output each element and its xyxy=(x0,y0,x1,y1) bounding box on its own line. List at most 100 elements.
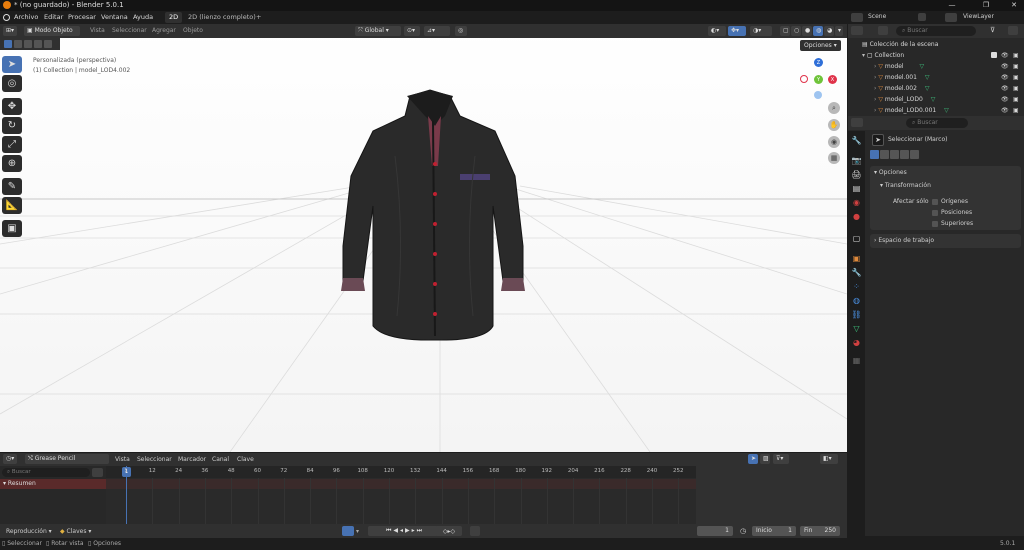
expand-arrow-icon[interactable]: › xyxy=(874,74,876,81)
snapping-icon[interactable]: ◧▾ xyxy=(820,454,838,464)
rotate-tool-icon[interactable]: ↻ xyxy=(2,117,22,134)
maximize-icon[interactable]: ❐ xyxy=(976,0,996,11)
timeline-mode-selector[interactable]: ⤭ Grease Pencil xyxy=(25,454,109,464)
locations-checkbox-box[interactable] xyxy=(932,209,938,216)
origins-checkbox[interactable]: Orígenes xyxy=(932,198,968,205)
render-tab-icon[interactable]: 📷 xyxy=(851,155,862,166)
select-extend-icon[interactable] xyxy=(14,40,22,48)
rendered-shading-icon[interactable]: ◕ xyxy=(824,26,834,36)
mode-selector[interactable]: ▣ Modo Objeto ▾ xyxy=(24,26,80,44)
data-tab-icon[interactable]: ▽ xyxy=(851,323,862,334)
gizmo-x-axis[interactable]: X xyxy=(828,75,837,84)
move-tool-icon[interactable]: ✥ xyxy=(2,98,22,115)
constraints-tab-icon[interactable]: ⛓ xyxy=(851,309,862,320)
parents-checkbox-box[interactable] xyxy=(932,220,938,227)
outliner-item[interactable]: › ▽ model ▽ 👁 ▣ xyxy=(848,61,1024,72)
tl-menu-marcador[interactable]: Marcador xyxy=(178,456,206,463)
view-layer-tab-icon[interactable]: ▤ xyxy=(851,183,862,194)
menu-ayuda[interactable]: Ayuda xyxy=(133,13,153,21)
camera-render-icon[interactable]: ▣ xyxy=(1013,83,1019,94)
camera-render-icon[interactable]: ▣ xyxy=(1013,105,1019,116)
tl-menu-vista[interactable]: Vista xyxy=(115,456,130,463)
xray-icon[interactable]: ▢ xyxy=(780,26,790,36)
mode-intersect-icon[interactable] xyxy=(910,150,919,159)
material-tab-icon[interactable]: ◕ xyxy=(851,337,862,348)
tl-menu-seleccionar[interactable]: Seleccionar xyxy=(137,456,172,463)
outliner-item[interactable]: › ▽ model.002 ▽ 👁 ▣ xyxy=(848,83,1024,94)
menu-agregar[interactable]: Agregar xyxy=(152,27,176,34)
overlays-icon[interactable]: ◑▾ xyxy=(750,26,772,36)
viewport-options-button[interactable]: Opciones ▾ xyxy=(800,40,841,51)
menu-objeto[interactable]: Objeto xyxy=(183,27,203,34)
camera-render-icon[interactable]: ▣ xyxy=(1013,50,1019,61)
gizmo-z-axis[interactable]: Z xyxy=(814,58,823,67)
transform-orientation[interactable]: ⤧ Global ▾ xyxy=(355,26,401,36)
scene-collection-row[interactable]: ▤ Colección de la escena xyxy=(848,39,1024,50)
add-cube-tool-icon[interactable]: ▣ xyxy=(2,220,22,237)
tl-menu-canal[interactable]: Canal xyxy=(212,456,229,463)
timeline-area[interactable]: 1 1 12 24 36 48 60 72 84 96 108 120 132 144 156 168 180… xyxy=(106,466,696,524)
shading-options-icon[interactable]: ▾ xyxy=(835,26,843,36)
parents-checkbox[interactable]: Superiores xyxy=(932,220,973,227)
world-tab-icon[interactable]: ● xyxy=(851,211,862,222)
select-box-icon[interactable]: ➤ xyxy=(872,134,884,146)
outliner-item[interactable]: › ▽ model_LOD0.001 ▽ 👁 ▣ xyxy=(848,105,1024,116)
eye-icon[interactable]: 👁 xyxy=(1001,61,1009,72)
solid-shading-icon[interactable]: ● xyxy=(802,26,812,36)
expand-arrow-icon[interactable]: › xyxy=(874,85,876,92)
camera-render-icon[interactable]: ▣ xyxy=(1013,94,1019,105)
properties-search-input[interactable]: ⌕ Buscar xyxy=(906,118,968,128)
eye-icon[interactable]: 👁 xyxy=(1001,94,1009,105)
exclude-checkbox[interactable] xyxy=(991,52,997,58)
annotate-tool-icon[interactable]: ✎ xyxy=(2,178,22,195)
select-invert-icon[interactable] xyxy=(34,40,42,48)
camera-icon[interactable]: ◉ xyxy=(828,136,840,148)
scene-icon[interactable] xyxy=(851,13,863,22)
outliner-search-input[interactable]: ⌕ Buscar xyxy=(896,26,976,36)
new-scene-icon[interactable] xyxy=(918,13,926,21)
menu-seleccionar[interactable]: Seleccionar xyxy=(112,27,147,34)
channel-search-input[interactable]: ⌕ Buscar xyxy=(2,468,90,477)
collection-expand-icon[interactable]: ▾ xyxy=(862,52,865,59)
workspace-panel-header[interactable]: › Espacio de trabajo xyxy=(874,237,934,244)
object-tab-icon[interactable]: ▣ xyxy=(851,253,862,264)
properties-editor-icon[interactable] xyxy=(851,118,863,127)
select-subtract-icon[interactable] xyxy=(24,40,32,48)
scene-name[interactable]: Scene xyxy=(868,13,886,20)
camera-render-icon[interactable]: ▣ xyxy=(1013,72,1019,83)
physics-tab-icon[interactable]: ◍ xyxy=(851,295,862,306)
expand-arrow-icon[interactable]: › xyxy=(874,107,876,114)
texture-tab-icon[interactable]: ▦ xyxy=(851,355,862,366)
collection-row[interactable]: ▾ ▢ Collection 👁 ▣ xyxy=(848,50,1024,61)
viewlayer-icon[interactable] xyxy=(945,13,957,22)
range-icon[interactable] xyxy=(470,526,480,536)
tab-2d[interactable]: 2D xyxy=(165,12,183,23)
options-panel-header[interactable]: ▾ Opciones xyxy=(874,169,907,176)
snap-icon[interactable]: ⊿▾ xyxy=(424,26,450,36)
wireframe-shading-icon[interactable]: ○ xyxy=(791,26,801,36)
workspace-panel[interactable]: › Espacio de trabajo xyxy=(870,234,1021,248)
scene-tab-icon[interactable]: ◉ xyxy=(851,197,862,208)
outliner-editor-icon[interactable] xyxy=(851,26,863,35)
expand-arrow-icon[interactable]: › xyxy=(874,63,876,70)
outliner-item[interactable]: › ▽ model.001 ▽ 👁 ▣ xyxy=(848,72,1024,83)
zoom-icon[interactable]: ⌕ xyxy=(828,102,840,114)
menu-editar[interactable]: Editar xyxy=(44,13,63,21)
eye-icon[interactable]: 👁 xyxy=(1001,83,1009,94)
cursor-tool-icon[interactable]: ◎ xyxy=(2,75,22,92)
timeline-editor-icon[interactable]: ◷▾ xyxy=(3,454,18,464)
new-collection-icon[interactable] xyxy=(1008,26,1018,35)
proportional-edit-icon[interactable]: ◎ xyxy=(455,26,467,36)
summary-channel[interactable]: ▾ Resumen xyxy=(0,479,106,489)
gizmo-y-axis[interactable]: Y xyxy=(814,75,823,84)
expand-arrow-icon[interactable]: › xyxy=(874,96,876,103)
transform-tool-icon[interactable]: ⊕ xyxy=(2,155,22,172)
sort-icon[interactable] xyxy=(92,468,103,477)
material-shading-icon[interactable]: ◍ xyxy=(813,26,823,36)
tl-filter-icon[interactable]: ⊽▾ xyxy=(773,454,789,464)
menu-procesar[interactable]: Procesar xyxy=(68,13,96,21)
select-intersect-icon[interactable] xyxy=(44,40,52,48)
frame-ruler[interactable] xyxy=(106,466,696,478)
scale-tool-icon[interactable]: ⤢ xyxy=(2,136,22,153)
mode-extend-icon[interactable] xyxy=(880,150,889,159)
